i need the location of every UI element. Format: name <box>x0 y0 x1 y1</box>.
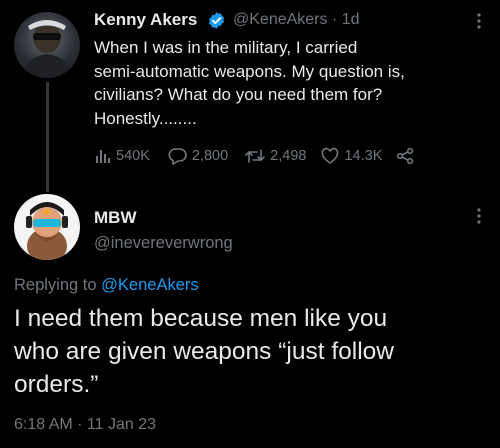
views-chart-icon <box>96 150 110 163</box>
views-stat[interactable]: 540K <box>94 147 150 165</box>
heart-icon <box>322 147 339 164</box>
reply-author-avatar[interactable] <box>14 194 80 260</box>
replying-to-line: Replying to @KeneAkers <box>14 276 199 295</box>
author-handle[interactable]: @KeneAkers <box>233 11 328 28</box>
thread-connector-line <box>46 82 49 192</box>
share-button[interactable] <box>396 147 418 165</box>
reply-author-handle[interactable]: @inevereverwrong <box>94 234 233 253</box>
views-count: 540K <box>116 148 150 164</box>
share-icon <box>397 147 414 165</box>
author-name[interactable]: Kenny Akers <box>94 10 197 30</box>
separator-dot: · <box>331 11 338 28</box>
verified-badge-icon <box>207 11 226 30</box>
retweet-icon <box>245 149 265 163</box>
reply-more-options-icon[interactable] <box>470 205 488 227</box>
like-count: 14.3K <box>344 148 383 164</box>
tweet-time-ago[interactable]: 1d <box>342 11 360 28</box>
retweet-button[interactable]: 2,498 <box>244 147 306 165</box>
reply-text: I need them because men like you who are… <box>14 305 394 398</box>
author-avatar[interactable] <box>14 12 80 78</box>
replying-to-label: Replying to <box>14 276 97 294</box>
tweet-action-bar: 540K 2,800 2,498 14.3K <box>94 144 418 168</box>
retweet-count: 2,498 <box>270 148 307 164</box>
reply-button[interactable]: 2,800 <box>168 147 228 165</box>
reply-author-name[interactable]: MBW <box>94 208 136 228</box>
replying-to-mention[interactable]: @KeneAkers <box>101 276 198 294</box>
author-handle-and-time[interactable]: @KeneAkers · 1d <box>233 11 360 29</box>
like-button[interactable]: 14.3K <box>320 147 382 165</box>
more-options-icon[interactable] <box>470 10 488 32</box>
reply-bubble-icon <box>168 148 187 165</box>
reply-timestamp[interactable]: 6:18 AM · 11 Jan 23 <box>14 416 156 434</box>
tweet-text: When I was in the military, I carried se… <box>94 38 405 128</box>
reply-count: 2,800 <box>191 148 229 164</box>
